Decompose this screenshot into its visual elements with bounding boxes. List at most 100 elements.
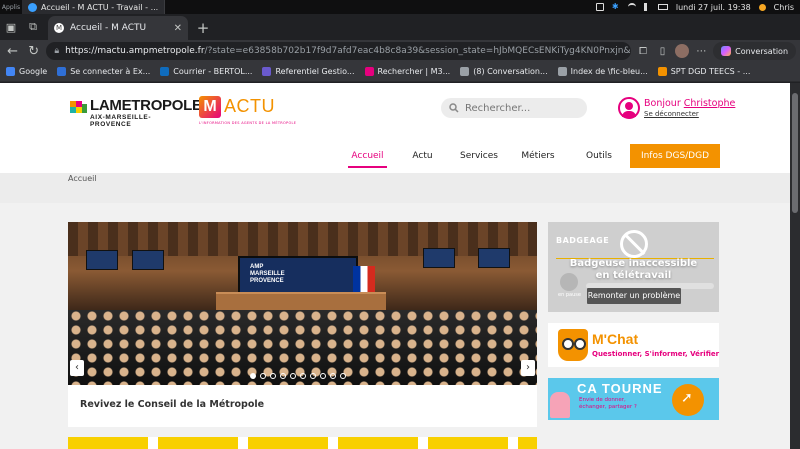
carousel-image-screen bbox=[86, 250, 118, 270]
stage-screen-line: MARSEILLE bbox=[250, 271, 285, 277]
news-carousel[interactable]: AMP MARSEILLE PROVENCE ‹ › bbox=[68, 222, 537, 385]
carousel-dots bbox=[250, 373, 346, 379]
tab-title: Accueil - M ACTU bbox=[70, 23, 147, 33]
hand-illustration bbox=[550, 392, 570, 418]
search-icon bbox=[449, 103, 459, 113]
back-button[interactable]: ← bbox=[4, 41, 21, 61]
taskbar-window[interactable]: Accueil - M ACTU - Travail - ... bbox=[22, 0, 166, 14]
nav-metiers[interactable]: Métiers bbox=[508, 144, 568, 168]
scrollbar-thumb[interactable] bbox=[792, 93, 798, 213]
carousel-prev-button[interactable]: ‹ bbox=[70, 360, 84, 376]
bookmark-item[interactable]: Index de \fic-bleu... bbox=[557, 67, 648, 76]
metropole-title: LAMETROPOLE bbox=[90, 97, 202, 114]
nav-actu[interactable]: Actu bbox=[395, 144, 450, 168]
profile-avatar[interactable] bbox=[674, 42, 689, 60]
page-scrollbar[interactable] bbox=[790, 83, 800, 449]
bookmark-favicon-icon bbox=[160, 67, 170, 76]
bookmark-item[interactable]: Referentiel Gestio... bbox=[262, 67, 355, 76]
system-tray: ✱ lundi 27 juil. 19:38 Chris bbox=[595, 3, 800, 12]
bookmarks-bar: Google Se connecter à Ex... Courrier - BER… bbox=[0, 62, 800, 82]
site-favicon-icon: M bbox=[54, 23, 64, 33]
bookmark-favicon-icon bbox=[364, 67, 374, 76]
carousel-image-screen bbox=[478, 248, 510, 268]
mchat-subtitle: Questionner, S'informer, Vérifier bbox=[592, 350, 720, 358]
copilot-icon bbox=[721, 46, 732, 56]
battery-icon[interactable] bbox=[657, 4, 668, 10]
taskbar-window-title: Accueil - M ACTU - Travail - ... bbox=[41, 2, 159, 12]
carousel-dot[interactable] bbox=[330, 373, 336, 379]
bookmark-favicon-icon bbox=[557, 67, 567, 76]
breadcrumb[interactable]: Accueil bbox=[68, 174, 97, 183]
bookmark-item[interactable]: Rechercher | M3... bbox=[364, 67, 451, 76]
site-search[interactable] bbox=[441, 98, 587, 118]
reload-button[interactable]: ↻ bbox=[25, 41, 42, 61]
conversation-button[interactable]: Conversation bbox=[713, 42, 797, 60]
volume-icon[interactable] bbox=[643, 3, 650, 11]
close-tab-icon[interactable]: ✕ bbox=[174, 23, 182, 34]
network-icon[interactable] bbox=[595, 3, 604, 11]
address-bar[interactable]: 🔒︎ https://mactu.ampmetropole.fr/?state=… bbox=[46, 42, 632, 60]
split-screen-icon[interactable]: ▯ bbox=[655, 42, 670, 60]
metropole-mark-icon bbox=[70, 101, 87, 113]
carousel-dot[interactable] bbox=[250, 373, 256, 379]
tab-actions-icon[interactable]: ⧉ bbox=[22, 16, 44, 38]
mactu-logo[interactable]: M ACTU L'INFORMATION DES AGENTS DE LA MÉ… bbox=[199, 96, 296, 126]
bookmark-favicon-icon bbox=[57, 67, 67, 76]
search-input[interactable] bbox=[465, 102, 575, 114]
catourne-card[interactable]: CA TOURNE Envie de donner, échanger, par… bbox=[548, 378, 719, 420]
carousel-next-button[interactable]: › bbox=[521, 360, 535, 376]
mchat-title: M'Chat bbox=[592, 331, 639, 347]
apps-launcher[interactable]: Applis bbox=[0, 0, 22, 14]
carousel-caption[interactable]: Revivez le Conseil de la Métropole bbox=[68, 385, 537, 427]
user-block: Bonjour Christophe Se déconnecter bbox=[618, 97, 748, 123]
nav-infos-dgs-dgd[interactable]: Infos DGS/DGD bbox=[630, 144, 720, 168]
carousel-image-screen bbox=[423, 248, 455, 268]
forbidden-icon bbox=[620, 230, 648, 258]
bookmark-item[interactable]: (8) Conversation... bbox=[460, 67, 548, 76]
carousel-dot[interactable] bbox=[260, 373, 266, 379]
nav-services[interactable]: Services bbox=[450, 144, 508, 168]
badge-message-line: Badgeuse inaccessible bbox=[569, 258, 698, 269]
bookmark-favicon-icon bbox=[460, 67, 470, 76]
carousel-dot[interactable] bbox=[340, 373, 346, 379]
carousel-dot[interactable] bbox=[320, 373, 326, 379]
lock-icon: 🔒︎ bbox=[54, 46, 60, 56]
bookmark-label: Courrier - BERTOL... bbox=[173, 67, 253, 76]
carousel-dot[interactable] bbox=[310, 373, 316, 379]
url-domain: https://mactu.ampmetropole.fr bbox=[65, 46, 205, 56]
logout-link[interactable]: Se déconnecter bbox=[644, 110, 699, 118]
user-name-link[interactable]: Christophe bbox=[684, 98, 736, 109]
extensions-icon[interactable]: ⧠ bbox=[635, 42, 650, 60]
nav-accueil[interactable]: Accueil bbox=[340, 144, 395, 168]
os-user-name[interactable]: Chris bbox=[774, 3, 794, 12]
tab-accueil[interactable]: M Accueil - M ACTU ✕ bbox=[48, 16, 188, 40]
browser-app-icon bbox=[28, 2, 37, 12]
badge-message: Badgeuse inaccessible en télétravail bbox=[548, 258, 719, 282]
bookmark-item[interactable]: Google bbox=[6, 67, 47, 76]
badge-title: BADGEAGE bbox=[556, 236, 610, 245]
catourne-title: CA TOURNE bbox=[577, 381, 663, 396]
bluetooth-icon[interactable]: ✱ bbox=[612, 3, 620, 11]
mchat-card[interactable]: M'Chat Questionner, S'informer, Vérifier bbox=[548, 323, 719, 367]
os-top-bar: Applis Accueil - M ACTU - Travail - ... … bbox=[0, 0, 800, 14]
metropole-logo[interactable]: LAMETROPOLE AIX-MARSEILLE-PROVENCE bbox=[70, 97, 202, 128]
bookmark-item[interactable]: Se connecter à Ex... bbox=[57, 67, 150, 76]
report-problem-button[interactable]: Remonter un problème bbox=[587, 288, 681, 304]
power-icon[interactable] bbox=[758, 3, 766, 11]
nav-outils[interactable]: Outils bbox=[572, 144, 626, 168]
clock[interactable]: lundi 27 juil. 19:38 bbox=[676, 3, 751, 12]
menu-icon[interactable]: ⋯ bbox=[694, 42, 709, 60]
profile-icon[interactable]: ▣ bbox=[0, 16, 22, 38]
bookmark-item[interactable]: Courrier - BERTOL... bbox=[160, 67, 252, 76]
bookmark-item[interactable]: SPT DGD TEECS - ... bbox=[657, 67, 750, 76]
bookmark-label: Google bbox=[19, 67, 48, 76]
carousel-dot[interactable] bbox=[270, 373, 276, 379]
carousel-dot[interactable] bbox=[280, 373, 286, 379]
wifi-icon[interactable] bbox=[627, 3, 636, 11]
carousel-dot[interactable] bbox=[290, 373, 296, 379]
new-tab-button[interactable]: + bbox=[192, 19, 214, 37]
carousel-dot[interactable] bbox=[300, 373, 306, 379]
avatar bbox=[674, 44, 689, 58]
bookmark-label: Rechercher | M3... bbox=[377, 67, 451, 76]
user-icon[interactable] bbox=[618, 97, 640, 119]
